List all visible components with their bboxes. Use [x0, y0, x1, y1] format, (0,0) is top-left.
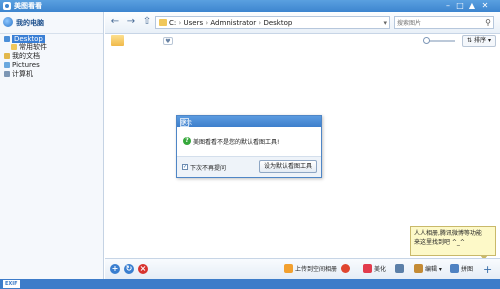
dialog-footer: ✓ 下次不再提问 设为默认看图工具	[177, 156, 321, 177]
collage-button[interactable]: 拼图	[450, 264, 473, 275]
default-viewer-dialog: 提示 ✕ ? 美图看看不是您的默认看图工具! ✓ 下次不再提问 设为默认看图工具	[176, 115, 322, 178]
upload-label: 上传到空间相册	[295, 266, 338, 273]
upload-album-button[interactable]: 上传到空间相册	[284, 264, 337, 275]
breadcrumb: C: › Users › Admnistrator › Desktop	[169, 19, 292, 27]
tooltip-line: 来这里找到吧 ^_^	[414, 239, 465, 246]
magic-tool-button[interactable]	[395, 264, 406, 275]
desktop-icon	[4, 36, 10, 42]
magic-wand-icon	[395, 264, 404, 273]
dont-ask-checkbox[interactable]: ✓	[182, 164, 188, 170]
folder-icon	[11, 44, 17, 50]
close-icon[interactable]: ✕	[480, 1, 490, 11]
breadcrumb-users[interactable]: Users	[184, 19, 204, 27]
breadcrumb-admnistrator[interactable]: Admnistrator	[210, 19, 256, 27]
sidebar-item-common-software[interactable]: 常用软件	[11, 43, 47, 51]
sort-label: 排序	[474, 37, 487, 44]
tooltip-line: 人人相册,腾讯微博等功能	[414, 230, 482, 237]
search-icon[interactable]: ⚲	[485, 18, 491, 27]
search-box: ⚲	[394, 16, 494, 29]
search-input[interactable]	[397, 18, 477, 28]
chevron-down-icon: ▾	[437, 266, 442, 273]
favorite-icon[interactable]: ♥	[163, 37, 173, 45]
shirt-icon[interactable]: ▲	[467, 1, 477, 11]
exif-button[interactable]: EXIF	[3, 280, 20, 288]
back-arrow-icon[interactable]: ←	[109, 16, 121, 28]
breadcrumb-desktop[interactable]: Desktop	[263, 19, 292, 27]
collage-icon	[450, 264, 459, 273]
my-computer-icon	[3, 17, 13, 27]
sidebar-item-label: 我的文档	[12, 52, 40, 60]
minimize-icon[interactable]: –	[443, 1, 453, 11]
edit-icon	[414, 264, 423, 273]
computer-icon	[4, 71, 10, 77]
sidebar-item-computer[interactable]: 计算机	[4, 70, 33, 78]
status-bar: EXIF	[0, 279, 500, 289]
beautify-label: 美化	[374, 266, 387, 273]
rotate-icon[interactable]: ↻	[124, 264, 134, 274]
sidebar-item-label: 计算机	[12, 70, 33, 78]
restore-icon[interactable]: □	[455, 1, 465, 11]
app-logo-icon	[3, 2, 11, 10]
breadcrumb-drive[interactable]: C:	[169, 19, 176, 27]
documents-icon	[4, 53, 10, 59]
app-title: 美图看看	[14, 2, 42, 10]
sidebar-item-label: Pictures	[12, 61, 40, 69]
sort-icon: ⇅	[467, 37, 473, 44]
weibo-icon	[341, 264, 350, 273]
title-bar: 美图看看 – □ ▲ ✕	[0, 0, 500, 12]
chevron-down-icon: ▾	[487, 37, 491, 44]
zoom-slider[interactable]	[423, 37, 455, 44]
folder-icon[interactable]	[111, 35, 124, 46]
set-default-button[interactable]: 设为默认看图工具	[259, 160, 317, 173]
up-folder-icon[interactable]: ⇧	[141, 16, 153, 28]
delete-icon[interactable]: ×	[138, 264, 148, 274]
pictures-icon	[4, 62, 10, 68]
beautify-button[interactable]: 美化	[363, 264, 386, 275]
sort-button[interactable]: ⇅ 排序 ▾	[462, 35, 496, 47]
navigation-bar: ← → ⇧ C: › Users › Admnistrator › Deskto…	[105, 12, 500, 34]
add-icon[interactable]: +	[483, 264, 492, 275]
sidebar-header: 我的电脑	[0, 12, 103, 34]
upload-icon	[284, 264, 293, 273]
weibo-button[interactable]	[341, 264, 352, 275]
edit-label: 编辑	[425, 266, 438, 273]
forward-arrow-icon[interactable]: →	[125, 16, 137, 28]
sidebar-item-desktop[interactable]: Desktop	[4, 35, 45, 43]
zoom-in-icon[interactable]: +	[110, 264, 120, 274]
collage-label: 拼图	[461, 266, 474, 273]
sidebar-item-pictures[interactable]: Pictures	[4, 61, 40, 69]
address-bar[interactable]: C: › Users › Admnistrator › Desktop ▾	[155, 16, 390, 29]
close-icon[interactable]: ✕	[180, 118, 189, 127]
folder-icon	[159, 19, 167, 26]
chevron-down-icon[interactable]: ▾	[383, 19, 387, 27]
dialog-title-bar: 提示 ✕	[177, 116, 321, 127]
sidebar-item-label: 常用软件	[19, 43, 47, 51]
view-toolbar: ♥ ⇅ 排序 ▾	[105, 34, 500, 48]
feature-tooltip: 人人相册,腾讯微博等功能 来这里找到吧 ^_^	[410, 226, 496, 260]
sidebar: 我的电脑 Desktop 常用软件 我的文档 Pictures 计算机	[0, 12, 104, 279]
dialog-message: 美图看看不是您的默认看图工具!	[193, 139, 280, 146]
question-icon: ?	[183, 137, 191, 145]
beautify-icon	[363, 264, 372, 273]
zoom-slider-knob[interactable]	[423, 37, 430, 44]
sidebar-item-documents[interactable]: 我的文档	[4, 52, 40, 60]
sidebar-item-label: Desktop	[12, 35, 45, 43]
edit-button[interactable]: 编辑 ▾	[414, 264, 442, 275]
sidebar-title: 我的电脑	[16, 19, 44, 27]
dont-ask-label[interactable]: 下次不再提问	[190, 163, 226, 172]
bottom-toolbar: + ↻ × 上传到空间相册 美化 编辑 ▾ 拼图 +	[105, 258, 500, 279]
